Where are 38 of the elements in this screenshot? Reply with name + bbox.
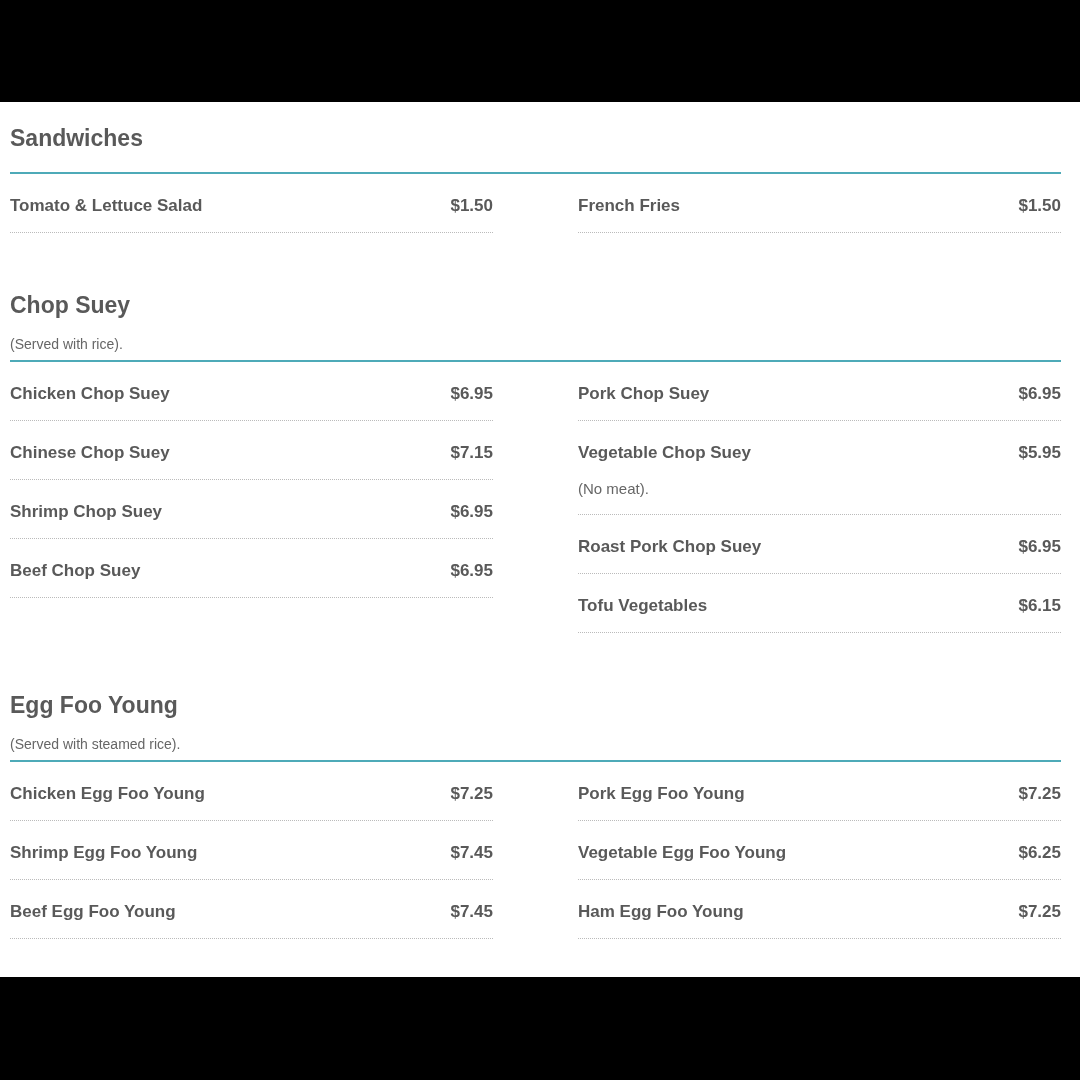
dish-name: French Fries [578, 196, 681, 216]
dish-name: Chicken Chop Suey [10, 384, 170, 404]
dish-price: $7.45 [450, 902, 493, 922]
dish-price: $6.25 [1018, 843, 1061, 863]
dish-price: $1.50 [450, 196, 493, 216]
dish-price: $6.95 [450, 384, 493, 404]
dish-price: $7.25 [1018, 902, 1061, 922]
dish-price: $6.95 [1018, 537, 1061, 557]
dish-price: $6.95 [1018, 384, 1061, 404]
dish-name: Vegetable Egg Foo Young [578, 843, 787, 863]
section-note: (Served with steamed rice). [10, 735, 181, 753]
dish-name: Ham Egg Foo Young [578, 902, 744, 922]
dish-name: Shrimp Egg Foo Young [10, 843, 198, 863]
dish-price: $7.25 [1018, 784, 1061, 804]
dish-name: Beef Egg Foo Young [10, 902, 176, 922]
dish-name: Tomato & Lettuce Salad [10, 196, 203, 216]
dish-price: $6.95 [450, 561, 493, 581]
dish-name: Vegetable Chop Suey [578, 443, 751, 463]
dish-note: (No meat). [578, 480, 649, 498]
dish-name: Roast Pork Chop Suey [578, 537, 762, 557]
section-note: (Served with rice). [10, 335, 123, 353]
dish-price: $1.50 [1018, 196, 1061, 216]
dish-price: $5.95 [1018, 443, 1061, 463]
dish-name: Tofu Vegetables [578, 596, 708, 616]
dish-price: $7.25 [450, 784, 493, 804]
dish-price: $7.45 [450, 843, 493, 863]
section-heading: Chop Suey [10, 291, 132, 319]
dish-name: Pork Chop Suey [578, 384, 710, 404]
dish-name: Chicken Egg Foo Young [10, 784, 205, 804]
section-heading: Sandwiches [10, 124, 144, 152]
dish-name: Beef Chop Suey [10, 561, 141, 581]
dish-price: $6.15 [1018, 596, 1061, 616]
section-heading: Egg Foo Young [10, 691, 179, 719]
dish-price: $7.15 [450, 443, 493, 463]
dish-price: $6.95 [450, 502, 493, 522]
dish-name: Shrimp Chop Suey [10, 502, 163, 522]
dish-name: Chinese Chop Suey [10, 443, 170, 463]
dish-name: Pork Egg Foo Young [578, 784, 745, 804]
